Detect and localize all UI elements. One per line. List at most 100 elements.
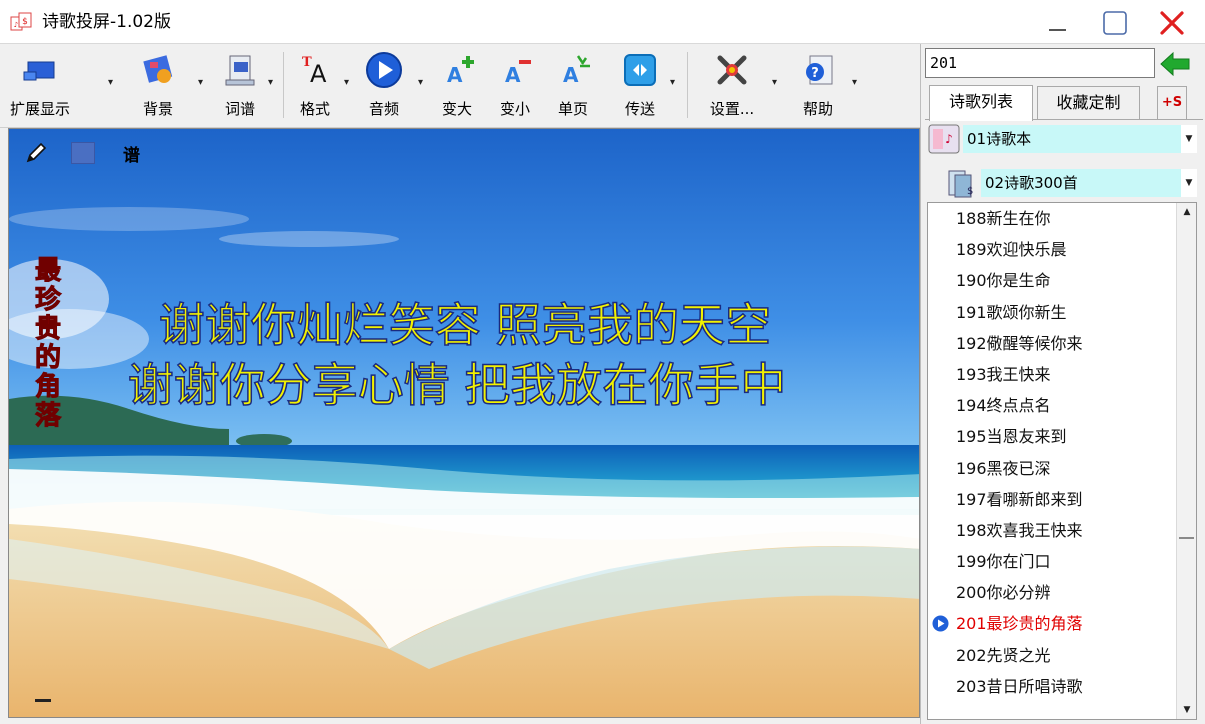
song-panel: 诗歌列表 收藏定制 +S ♪ 01诗歌本 ▼ $ 02诗歌300首 ▼: [920, 44, 1205, 724]
list-item[interactable]: 203昔日所唱诗歌: [928, 671, 1176, 702]
toolbar-label: 词谱: [224, 100, 255, 118]
color-square-icon[interactable]: [71, 142, 95, 164]
list-item[interactable]: 202先贤之光: [928, 640, 1176, 671]
background-button[interactable]: 背景: [128, 50, 188, 124]
format-button[interactable]: TA 格式: [290, 50, 340, 124]
list-item-selected[interactable]: 201最珍贵的角落: [928, 608, 1176, 639]
tab-poem-list[interactable]: 诗歌列表: [929, 85, 1033, 121]
list-item[interactable]: 197看哪新郎来到: [928, 484, 1176, 515]
toolbar: 扩展显示 ▾ 背景 ▾ 词谱 ▾ TA 格式 ▾ 音频 ▾ A 变大 A 变小 …: [0, 44, 920, 128]
score-dropdown[interactable]: ▾: [268, 78, 273, 88]
toolbar-separator: [687, 52, 688, 118]
transfer-icon: [624, 54, 656, 86]
help-button[interactable]: ? 帮助: [792, 50, 844, 124]
list-scrollbar[interactable]: ▲ ▼: [1176, 203, 1196, 719]
list-item[interactable]: 200你必分辨: [928, 577, 1176, 608]
transfer-dropdown[interactable]: ▾: [670, 78, 675, 88]
font-smaller-button[interactable]: A 变小: [490, 50, 540, 124]
score-icon: [225, 55, 255, 86]
scroll-up-icon[interactable]: ▲: [1177, 203, 1196, 221]
list-item[interactable]: 188新生在你: [928, 203, 1176, 234]
background-icon: [143, 55, 173, 83]
play-icon: [366, 52, 402, 88]
list-item[interactable]: 194终点点名: [928, 390, 1176, 421]
toolbar-label: 音频: [368, 100, 399, 118]
maximize-button[interactable]: [1093, 6, 1137, 40]
song-number-input[interactable]: [925, 48, 1155, 78]
svg-text:A: A: [505, 63, 521, 87]
now-playing-icon: [932, 615, 949, 632]
list-item[interactable]: 190你是生命: [928, 265, 1176, 296]
help-dropdown[interactable]: ▾: [852, 78, 857, 88]
svg-text:♪: ♪: [14, 21, 18, 29]
score-toggle-label[interactable]: 谱: [123, 141, 140, 166]
svg-text:$: $: [967, 186, 973, 197]
close-button[interactable]: [1150, 6, 1194, 40]
book-select[interactable]: ♪ 01诗歌本 ▼: [927, 124, 1197, 154]
toolbar-label: 变大: [441, 100, 472, 118]
list-item[interactable]: 189欢迎快乐晨: [928, 234, 1176, 265]
list-item[interactable]: 199你在门口: [928, 546, 1176, 577]
songbook-icon: ♪: [928, 124, 960, 154]
toolbar-label: 变小: [499, 100, 530, 118]
format-dropdown[interactable]: ▾: [344, 78, 349, 88]
list-item[interactable]: 196黑夜已深: [928, 453, 1176, 484]
font-larger-icon: A: [447, 56, 474, 87]
book-select-value: 01诗歌本: [963, 125, 1181, 153]
dash-mark: [35, 699, 51, 702]
window-title: 诗歌投屏-1.02版: [42, 12, 171, 32]
chevron-down-icon[interactable]: ▼: [1181, 169, 1197, 197]
monitor-icon: [23, 61, 55, 81]
score-button[interactable]: 词谱: [212, 50, 268, 124]
toolbar-separator: [283, 52, 284, 118]
toolbar-label: 帮助: [802, 100, 833, 118]
display-edit-bar: 谱: [23, 139, 140, 167]
background-dropdown[interactable]: ▾: [198, 78, 203, 88]
format-icon: TA: [302, 55, 327, 88]
list-item[interactable]: 195当恩友来到: [928, 421, 1176, 452]
go-arrow-icon[interactable]: [1159, 50, 1191, 78]
single-page-icon: A: [563, 55, 590, 87]
scrollbar-thumb[interactable]: [1179, 223, 1194, 539]
toolbar-label: 扩展显示: [9, 100, 70, 118]
song-list: 188新生在你 189欢迎快乐晨 190你是生命 191歌颂你新生 192儆醒等…: [927, 202, 1197, 720]
transfer-button[interactable]: 传送: [614, 50, 666, 124]
audio-dropdown[interactable]: ▾: [418, 78, 423, 88]
tab-favorites[interactable]: 收藏定制: [1037, 86, 1140, 120]
beach-background-image: [9, 129, 919, 717]
collection-select[interactable]: $ 02诗歌300首 ▼: [945, 168, 1197, 198]
font-larger-button[interactable]: A 变大: [432, 50, 482, 124]
svg-text:?: ?: [811, 66, 819, 81]
settings-dropdown[interactable]: ▾: [772, 78, 777, 88]
panel-tabs: 诗歌列表 收藏定制 +S: [925, 85, 1203, 121]
toolbar-label: 格式: [299, 100, 330, 118]
add-song-button[interactable]: +S: [1157, 86, 1187, 120]
app-logo-icon: $ ♪: [10, 12, 32, 31]
lyric-line-1: 谢谢你灿烂笑容 照亮我的天空: [158, 297, 772, 353]
svg-text:A: A: [563, 63, 579, 87]
lyric-line-2: 谢谢你分享心情 把我放在你手中: [127, 357, 787, 413]
collection-select-value: 02诗歌300首: [981, 169, 1181, 197]
list-item[interactable]: 191歌颂你新生: [928, 297, 1176, 328]
svg-text:♪: ♪: [945, 132, 953, 146]
font-smaller-icon: A: [505, 60, 531, 87]
audio-button[interactable]: 音频: [358, 50, 410, 124]
svg-text:$: $: [22, 17, 28, 27]
maximize-icon: [1103, 11, 1127, 35]
single-page-button[interactable]: A 单页: [548, 50, 598, 124]
selected-song-label: 201最珍贵的角落: [956, 614, 1083, 634]
collection-icon: $: [948, 170, 973, 198]
list-item[interactable]: 198欢喜我王快来: [928, 515, 1176, 546]
pencil-icon[interactable]: [23, 140, 49, 166]
extend-display-dropdown[interactable]: ▾: [108, 78, 113, 88]
projection-display[interactable]: 谱 最珍贵的角落 谢谢你灿烂笑容 照亮我的天空 谢谢你分享心情 把我放在你手中: [8, 128, 920, 718]
list-item[interactable]: 193我王快来: [928, 359, 1176, 390]
extend-display-button[interactable]: 扩展显示: [8, 50, 72, 124]
scroll-down-icon[interactable]: ▼: [1177, 701, 1196, 719]
settings-button[interactable]: 设置...: [700, 50, 764, 124]
svg-text:A: A: [447, 63, 463, 87]
minimize-button[interactable]: [1035, 6, 1079, 40]
toolbar-label: 设置...: [709, 100, 755, 118]
chevron-down-icon[interactable]: ▼: [1181, 125, 1197, 153]
list-item[interactable]: 192儆醒等候你来: [928, 328, 1176, 359]
